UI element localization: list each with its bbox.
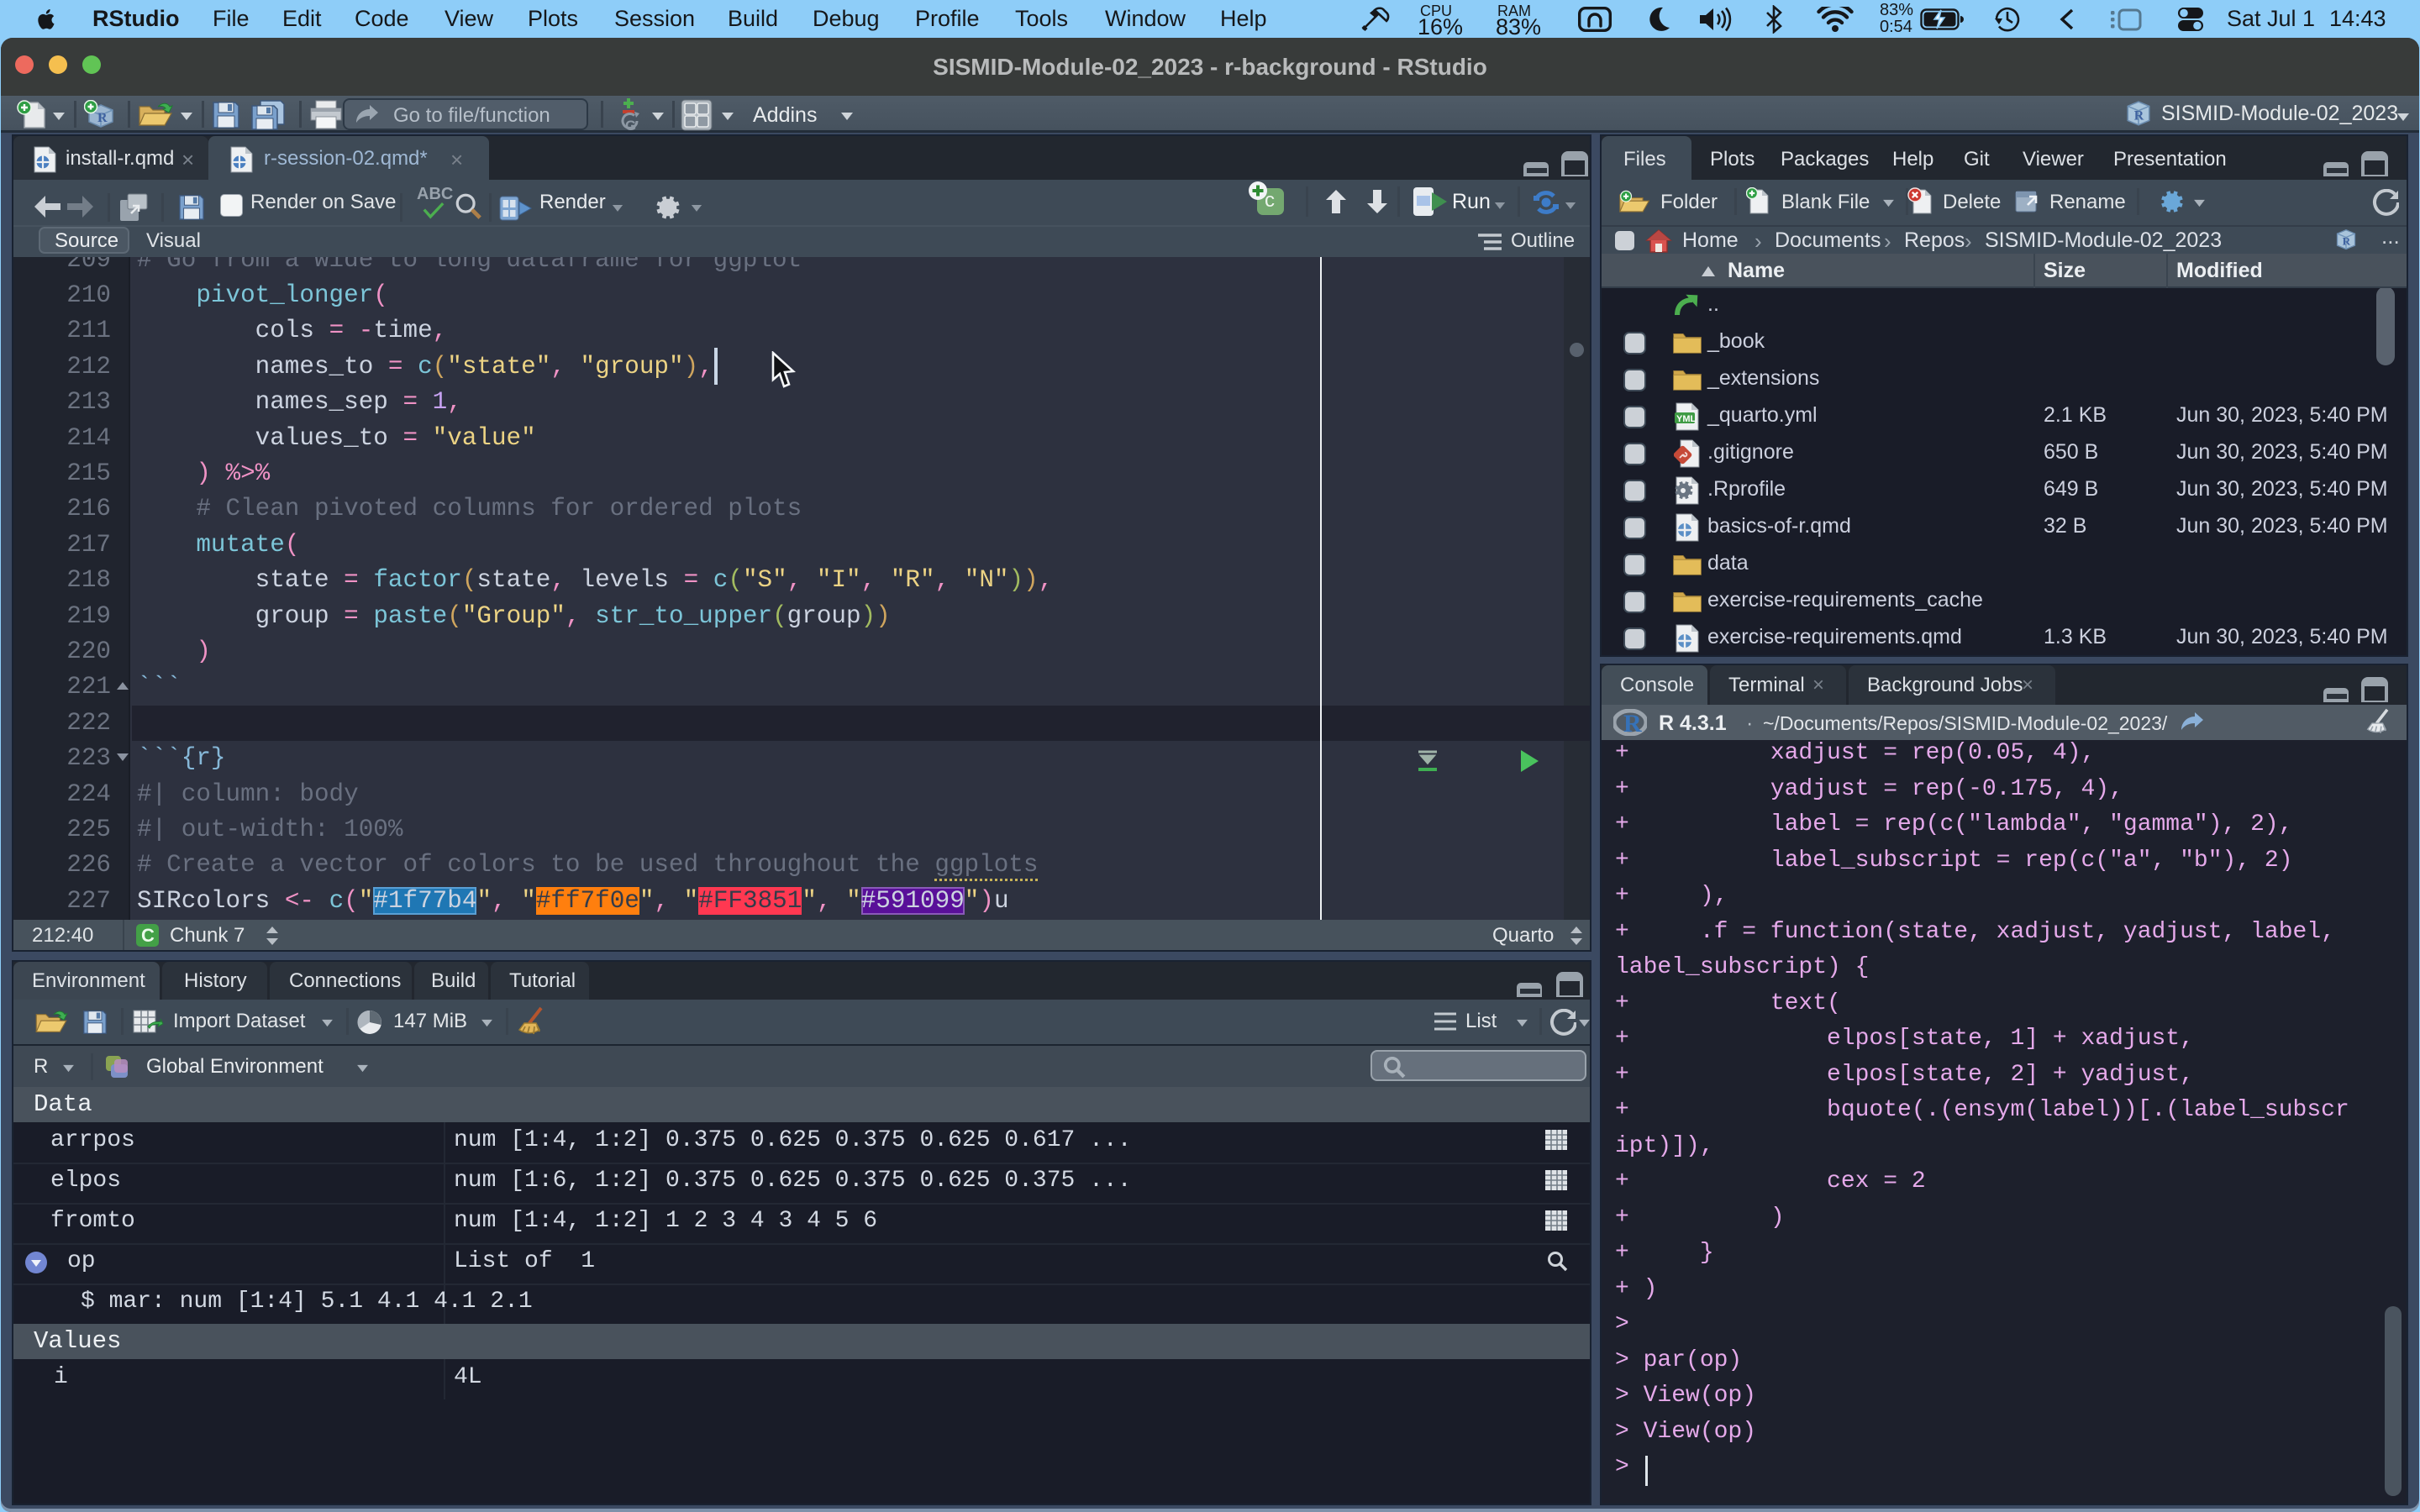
svg-text:G: G (625, 118, 636, 132)
svg-text:R: R (2134, 108, 2144, 123)
svg-text:R: R (97, 111, 108, 125)
